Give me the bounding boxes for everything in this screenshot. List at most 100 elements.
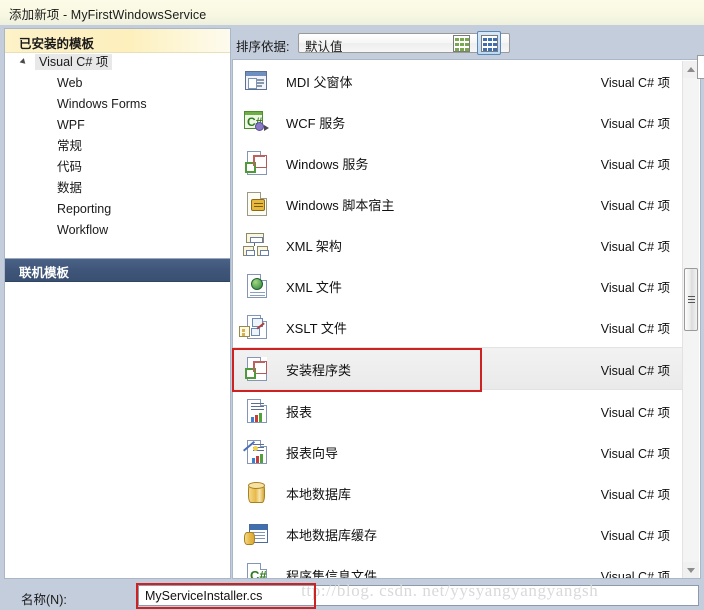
- assembly-information-file-icon: C#: [243, 562, 269, 578]
- tree-item-6[interactable]: 数据: [5, 178, 230, 199]
- installed-templates-header: 已安装的模板: [5, 29, 230, 53]
- windows-script-host-icon: [243, 191, 269, 217]
- template-category-tree[interactable]: Visual C# 项 Web Windows Forms WPF 常规代码数据 Repo…: [5, 52, 230, 241]
- template-name: WCF 服务: [286, 116, 346, 131]
- template-list-item[interactable]: 报表 Visual C# 项: [233, 390, 684, 431]
- template-list-item[interactable]: XML 架构 Visual C# 项: [233, 224, 684, 265]
- tree-item-label: WPF: [57, 118, 85, 132]
- report-icon: [243, 398, 269, 424]
- template-name: 本地数据库缓存: [286, 528, 378, 543]
- template-list-item[interactable]: XML 文件 Visual C# 项: [233, 265, 684, 306]
- template-kind: Visual C# 项: [600, 529, 670, 543]
- grip-icon: [688, 296, 695, 303]
- template-kind: Visual C# 项: [600, 488, 670, 502]
- template-name: XML 文件: [286, 280, 342, 295]
- small-icons-view-icon: [453, 35, 470, 52]
- xslt-file-icon: [239, 314, 269, 340]
- template-kind: Visual C# 项: [600, 322, 670, 336]
- template-kind: Visual C# 项: [600, 240, 670, 254]
- watermark-text: http://blog. csdn. net/yysyangyangyangsh: [302, 580, 704, 604]
- tree-item-0[interactable]: Visual C# 项: [5, 52, 230, 73]
- name-input-value: MyServiceInstaller.cs: [145, 589, 263, 603]
- tree-item-8[interactable]: Workflow: [5, 220, 230, 241]
- online-templates-label: 联机模板: [19, 266, 70, 280]
- template-name: XML 架构: [286, 239, 342, 254]
- template-name: XSLT 文件: [286, 321, 347, 336]
- local-database-cache-icon: [243, 521, 269, 547]
- template-list-item[interactable]: 报表向导 Visual C# 项: [233, 431, 684, 472]
- windows-service-icon: [243, 150, 269, 176]
- templates-pane: 排序依据: 默认值 MDI 父窗体 Visual C# 项 C# WCF 服务 Visu…: [232, 28, 701, 579]
- template-list[interactable]: MDI 父窗体 Visual C# 项 C# WCF 服务 Visual C# 项 Win…: [232, 59, 701, 579]
- template-list-item[interactable]: Windows 脚本宿主 Visual C# 项: [233, 183, 684, 224]
- tree-item-7[interactable]: Reporting: [5, 199, 230, 220]
- scrollbar-thumb[interactable]: [684, 268, 698, 331]
- large-icons-view-icon: [481, 35, 498, 52]
- template-list-item[interactable]: 本地数据库缓存 Visual C# 项: [233, 513, 684, 554]
- template-kind: Visual C# 项: [600, 406, 670, 420]
- template-list-items: MDI 父窗体 Visual C# 项 C# WCF 服务 Visual C# 项 Win…: [233, 60, 684, 579]
- dialog-body: 已安装的模板 Visual C# 项 Web Windows Forms WPF 常规代…: [0, 25, 704, 582]
- sort-by-label: 排序依据:: [236, 40, 290, 54]
- dialog-title: 添加新项 - MyFirstWindowsService: [9, 8, 207, 22]
- template-name: Windows 服务: [286, 157, 369, 172]
- tree-item-label: Workflow: [57, 223, 109, 237]
- triangle-down-icon: [687, 568, 695, 573]
- template-name: 程序集信息文件: [286, 569, 378, 579]
- template-list-item[interactable]: C# WCF 服务 Visual C# 项: [233, 101, 684, 142]
- template-list-item[interactable]: 本地数据库 Visual C# 项: [233, 472, 684, 513]
- template-kind: Visual C# 项: [600, 570, 670, 579]
- template-name: 安装程序类: [286, 363, 352, 378]
- expander-triangle-icon[interactable]: [19, 58, 28, 66]
- tree-item-label: 常规: [57, 139, 83, 153]
- xml-file-icon: [243, 273, 269, 299]
- triangle-up-icon: [687, 67, 695, 72]
- scroll-down-arrow[interactable]: [683, 562, 699, 578]
- watermark-label: http://blog. csdn. net/yysyangyangyangsh: [302, 581, 599, 600]
- template-name: 报表: [286, 405, 313, 420]
- report-wizard-icon: [243, 439, 269, 465]
- large-icons-view-button[interactable]: [477, 31, 501, 55]
- tree-item-label: Reporting: [57, 202, 112, 216]
- template-kind: Visual C# 项: [600, 117, 670, 131]
- template-kind: Visual C# 项: [600, 447, 670, 461]
- tree-item-5[interactable]: 代码: [5, 157, 230, 178]
- installed-templates-pane: 已安装的模板 Visual C# 项 Web Windows Forms WPF 常规代…: [4, 28, 231, 579]
- online-templates-bar[interactable]: 联机模板: [5, 258, 230, 282]
- template-kind: Visual C# 项: [600, 158, 670, 172]
- template-name: 报表向导: [286, 446, 339, 461]
- templates-toolbar: 排序依据: 默认值: [235, 28, 701, 59]
- template-list-item[interactable]: XSLT 文件 Visual C# 项: [233, 306, 684, 347]
- template-kind: Visual C# 项: [600, 364, 670, 378]
- template-name: 本地数据库: [286, 487, 352, 502]
- installed-templates-title: 已安装的模板: [19, 37, 95, 51]
- mdi-parent-form-icon: [243, 68, 269, 94]
- toolbar-overflow-stub[interactable]: [697, 55, 704, 79]
- wcf-service-icon: C#: [243, 109, 269, 135]
- template-kind: Visual C# 项: [600, 281, 670, 295]
- tree-item-1[interactable]: Web: [5, 73, 230, 94]
- template-name: Windows 脚本宿主: [286, 198, 395, 213]
- small-icons-view-button[interactable]: [449, 31, 473, 55]
- tree-item-3[interactable]: WPF: [5, 115, 230, 136]
- dialog-title-bar: 添加新项 - MyFirstWindowsService: [0, 0, 704, 25]
- template-list-item[interactable]: 安装程序类 Visual C# 项: [233, 347, 684, 390]
- template-list-item[interactable]: Windows 服务 Visual C# 项: [233, 142, 684, 183]
- tree-item-label: Web: [57, 76, 83, 90]
- installer-class-icon: [243, 356, 269, 382]
- template-kind: Visual C# 项: [600, 199, 670, 213]
- template-list-scrollbar[interactable]: [682, 61, 699, 578]
- tree-item-2[interactable]: Windows Forms: [5, 94, 230, 115]
- tree-item-label: 代码: [57, 160, 83, 174]
- template-kind: Visual C# 项: [600, 76, 670, 90]
- template-list-item[interactable]: MDI 父窗体 Visual C# 项: [233, 60, 684, 101]
- local-database-icon: [243, 480, 269, 506]
- template-list-item[interactable]: C# 程序集信息文件 Visual C# 项: [233, 554, 684, 579]
- xml-schema-icon: [243, 232, 269, 258]
- tree-item-label: 数据: [57, 181, 83, 195]
- tree-item-4[interactable]: 常规: [5, 136, 230, 157]
- tree-item-label: Visual C# 项: [35, 54, 113, 70]
- tree-item-label: Windows Forms: [57, 97, 147, 111]
- sort-by-value: 默认值: [305, 40, 343, 54]
- template-name: MDI 父窗体: [286, 75, 353, 90]
